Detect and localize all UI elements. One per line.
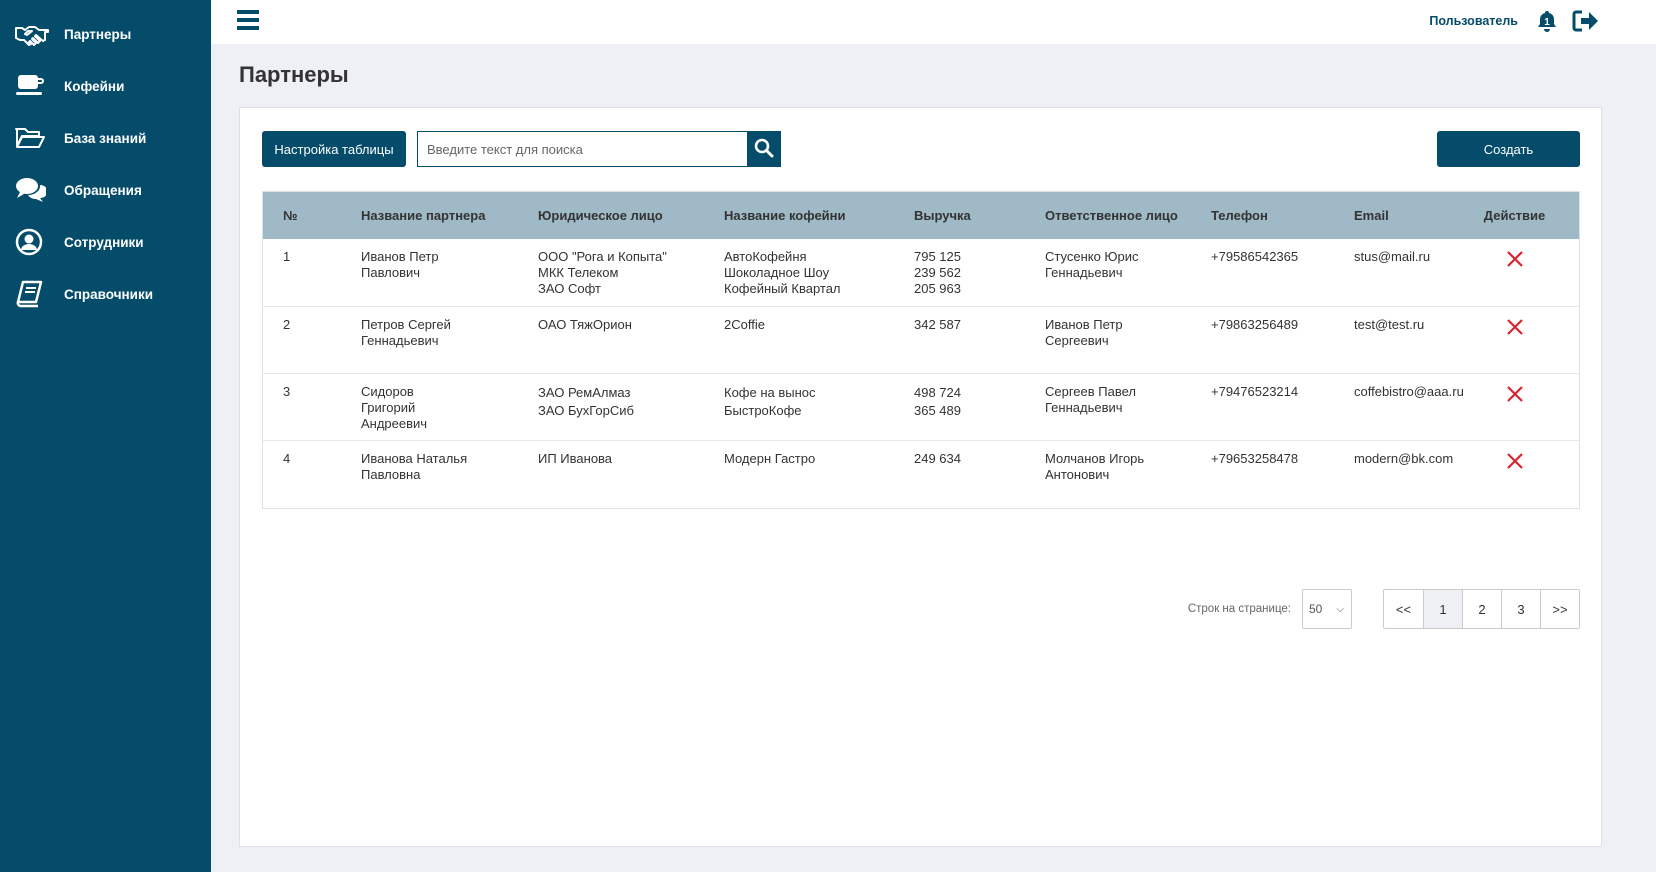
first-page-button[interactable]: << <box>1384 590 1423 628</box>
column-header[interactable]: Название кофейни <box>704 192 894 239</box>
revenue: 342 587 <box>894 306 1025 374</box>
sidebar-item-directories[interactable]: Справочники <box>0 268 211 320</box>
row-number: 1 <box>263 239 341 307</box>
column-header[interactable]: Выручка <box>894 192 1025 239</box>
page-button-1[interactable]: 1 <box>1423 590 1462 628</box>
action-cell <box>1463 373 1579 441</box>
table-row[interactable]: 2 Петров Сергей Геннадьевич ОАО ТяжОрион … <box>263 306 1579 374</box>
delete-icon[interactable] <box>1506 250 1524 272</box>
last-page-button[interactable]: >> <box>1540 590 1579 628</box>
email: test@test.ru <box>1334 306 1464 374</box>
phone: +79586542365 <box>1191 239 1334 307</box>
column-header[interactable]: Телефон <box>1191 192 1334 239</box>
sidebar-item-label: Партнеры <box>64 26 132 42</box>
column-header[interactable]: Название партнера <box>341 192 518 239</box>
email: modern@bk.com <box>1354 450 1454 466</box>
legal-entity: ИП Иванова <box>538 450 613 466</box>
phone: +79476523214 <box>1191 373 1334 441</box>
revenue: 249 634 <box>914 450 961 466</box>
sidebar-item-knowledge-base[interactable]: База знаний <box>0 112 211 164</box>
search-button[interactable] <box>747 131 781 167</box>
phone: +79653258478 <box>1211 450 1299 466</box>
delete-icon[interactable] <box>1506 385 1524 407</box>
page-buttons: << 1 2 3 >> <box>1383 589 1580 629</box>
page-button-3[interactable]: 3 <box>1501 590 1540 628</box>
action-cell <box>1464 440 1579 508</box>
table-row[interactable]: 1 Иванов Петр Павлович ООО "Рога и Копыта… <box>263 239 1579 307</box>
partner-name: Иванов Петр Павлович <box>341 239 518 307</box>
legal-entity: ЗАО РемАлмаз ЗАО БухГорСиб <box>518 373 704 441</box>
legal-entity: ООО "Рога и Копыта" МКК Телеком ЗАО Софт <box>518 239 704 307</box>
cafe-name: Модерн Гастро <box>724 450 816 466</box>
sidebar-item-employees[interactable]: Сотрудники <box>0 216 211 268</box>
sidebar-item-label: Кофейни <box>64 78 125 94</box>
table-row[interactable]: 4 Иванова Наталья Павловна ИП Иванова Мод… <box>263 440 1579 508</box>
main-card: Настройка таблицы Создать № Название пар… <box>239 107 1602 847</box>
partner-name: Петров Сергей Геннадьевич <box>341 306 518 374</box>
user-circle-icon <box>14 227 52 257</box>
page-title: Партнеры <box>239 62 349 87</box>
row-number: 4 <box>283 450 291 466</box>
top-bar: Пользователь 1 <box>211 0 1656 44</box>
responsible-person: Стусенко Юрис Геннадьевич <box>1025 239 1191 307</box>
email: coffebistro@aaa.ru <box>1334 373 1464 441</box>
search-icon <box>754 138 774 161</box>
cafe-name: АвтоКофейня Шоколадное Шоу Кофейный Кварта… <box>704 239 894 307</box>
action-cell <box>1463 239 1579 307</box>
column-header[interactable]: Ответственное лицо <box>1025 192 1191 239</box>
delete-icon[interactable] <box>1506 318 1524 340</box>
sidebar-item-label: Справочники <box>64 286 154 302</box>
row-number: 2 <box>263 306 341 374</box>
partner-name: Иванова Наталья Павловна <box>361 450 468 482</box>
rows-per-page-select[interactable]: 50 ⌵ <box>1302 589 1352 629</box>
sidebar-item-label: Обращения <box>64 182 142 198</box>
column-header[interactable]: Юридическое лицо <box>518 192 704 239</box>
notification-count: 1 <box>1544 17 1550 28</box>
partner-name: Сидоров Григорий Андреевич <box>341 373 518 441</box>
delete-icon[interactable] <box>1506 452 1524 474</box>
legal-entity: ОАО ТяжОрион <box>518 306 704 374</box>
coffee-cup-icon <box>14 71 52 101</box>
revenue: 498 724 365 489 <box>894 373 1025 441</box>
book-icon <box>14 279 52 309</box>
responsible-person: Молчанов Игорь Антонович <box>1045 450 1145 482</box>
rows-per-page-label: Строк на странице: <box>1187 603 1291 615</box>
search-input[interactable] <box>417 131 748 167</box>
table-row[interactable]: 3 Сидоров Григорий Андреевич ЗАО РемАлмаз З… <box>263 373 1579 441</box>
menu-toggle-icon[interactable] <box>237 10 259 32</box>
table-header-row: № Название партнера Юридическое лицо Наз… <box>263 192 1579 239</box>
column-header[interactable]: № <box>263 192 341 239</box>
page-button-2[interactable]: 2 <box>1462 590 1501 628</box>
folder-open-icon <box>14 123 52 153</box>
responsible-person: Сергеев Павел Геннадьевич <box>1025 373 1191 441</box>
sidebar-item-partners[interactable]: Партнеры <box>0 8 211 60</box>
chevron-down-icon: ⌵ <box>1336 603 1344 615</box>
cafe-name: Кофе на вынос БыстроКофе <box>704 373 894 441</box>
action-cell <box>1463 306 1579 374</box>
phone: +79863256489 <box>1191 306 1334 374</box>
pagination: Строк на странице: 50 ⌵ << 1 2 3 >> <box>1188 589 1580 629</box>
revenue: 795 125 239 562 205 963 <box>894 239 1025 307</box>
logout-icon[interactable] <box>1572 9 1600 33</box>
create-button[interactable]: Создать <box>1437 131 1580 167</box>
sidebar-item-label: База знаний <box>64 130 147 146</box>
chat-bubbles-icon <box>14 175 52 205</box>
user-menu[interactable]: Пользователь <box>1429 14 1518 28</box>
column-header[interactable]: Действие <box>1463 192 1579 239</box>
table-settings-button[interactable]: Настройка таблицы <box>262 131 406 167</box>
column-header[interactable]: Email <box>1334 192 1464 239</box>
sidebar-item-coffee-shops[interactable]: Кофейни <box>0 60 211 112</box>
sidebar: Партнеры Кофейни База знаний Обращения С… <box>0 0 211 872</box>
sidebar-item-requests[interactable]: Обращения <box>0 164 211 216</box>
handshake-icon <box>14 19 52 49</box>
email: stus@mail.ru <box>1334 239 1464 307</box>
responsible-person: Иванов Петр Сергеевич <box>1025 306 1191 374</box>
partners-table: № Название партнера Юридическое лицо Наз… <box>262 191 1580 509</box>
cafe-name: 2Coffie <box>704 306 894 374</box>
row-number: 3 <box>263 373 341 441</box>
notification-bell-icon[interactable]: 1 <box>1536 10 1558 32</box>
sidebar-item-label: Сотрудники <box>64 234 144 250</box>
